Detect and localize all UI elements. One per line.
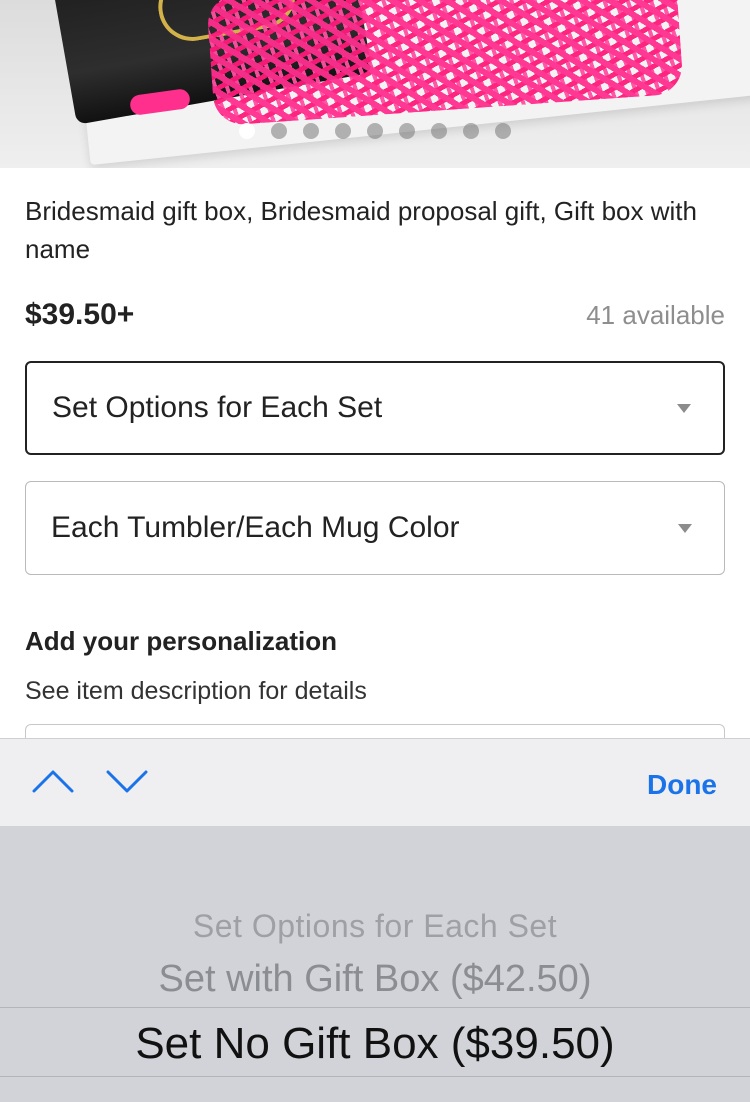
- product-price: $39.50+: [25, 298, 135, 331]
- personalization-subtext: See item description for details: [25, 677, 367, 705]
- dropdown-caret-icon: [678, 524, 692, 533]
- option-picker-wheel[interactable]: Set Options for Each Set Set with Gift B…: [0, 826, 750, 1102]
- carousel-dot[interactable]: [335, 123, 351, 139]
- next-field-button[interactable]: [104, 761, 150, 801]
- picker-option[interactable]: Set Options for Each Set: [0, 908, 750, 945]
- previous-field-button[interactable]: [30, 761, 76, 801]
- set-options-select[interactable]: Set Options for Each Set: [25, 361, 725, 455]
- picker-option[interactable]: Set with Gift Box ($42.50): [0, 958, 750, 1001]
- carousel-dot[interactable]: [463, 123, 479, 139]
- carousel-dot[interactable]: [271, 123, 287, 139]
- availability-count: 41 available: [586, 300, 725, 330]
- tumbler-mug-color-select-value: Each Tumbler/Each Mug Color: [51, 511, 460, 544]
- done-button[interactable]: Done: [647, 769, 717, 801]
- chevron-down-icon: [106, 770, 148, 793]
- personalization-heading: Add your personalization: [25, 626, 338, 656]
- tumbler-mug-color-select[interactable]: Each Tumbler/Each Mug Color: [25, 481, 725, 575]
- carousel-dot[interactable]: [239, 123, 255, 139]
- dropdown-caret-icon: [677, 404, 691, 413]
- carousel-dot[interactable]: [303, 123, 319, 139]
- carousel-dot[interactable]: [495, 123, 511, 139]
- chevron-up-icon: [32, 770, 74, 793]
- carousel-dot[interactable]: [367, 123, 383, 139]
- carousel-dot[interactable]: [399, 123, 415, 139]
- product-title: Bridesmaid gift box, Bridesmaid proposal…: [25, 196, 697, 264]
- carousel-dot[interactable]: [431, 123, 447, 139]
- picker-option-selected[interactable]: Set No Gift Box ($39.50): [0, 1019, 750, 1069]
- set-options-select-value: Set Options for Each Set: [52, 391, 383, 424]
- keyboard-toolbar: Done: [0, 738, 750, 826]
- carousel-page-indicator[interactable]: [239, 123, 511, 139]
- product-image-carousel[interactable]: [0, 0, 750, 168]
